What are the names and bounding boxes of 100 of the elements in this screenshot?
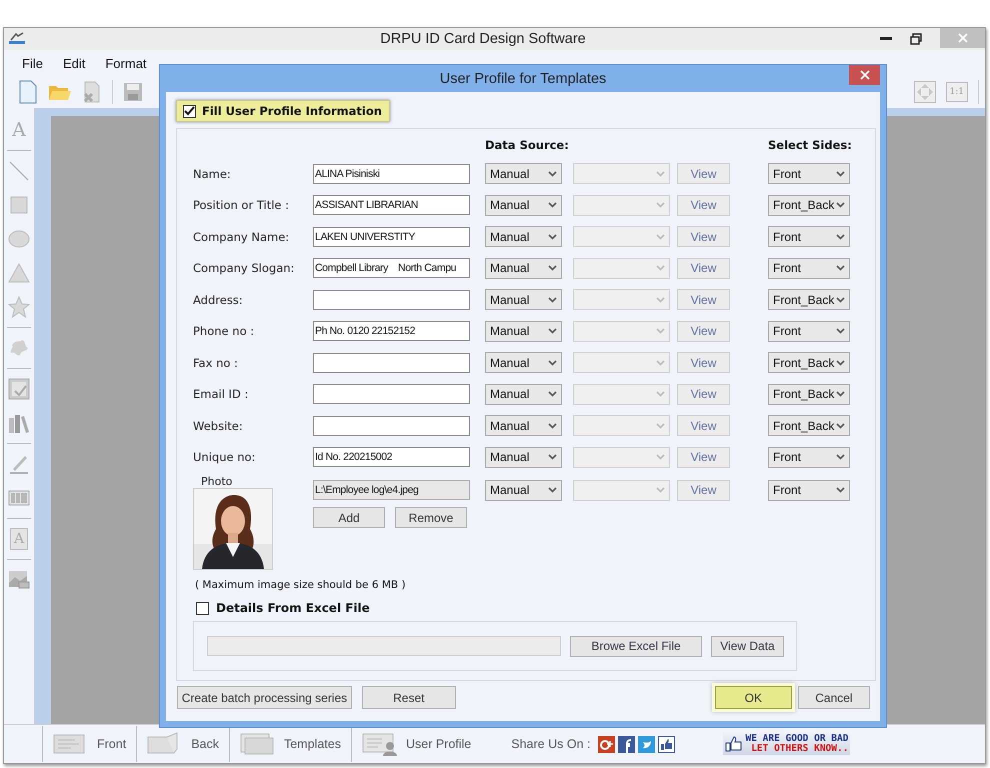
source-dropdown[interactable]: Manual	[485, 289, 562, 310]
facebook-icon[interactable]	[618, 736, 636, 752]
caret-icon	[656, 454, 665, 460]
view-button[interactable]: View	[677, 352, 730, 374]
source-dropdown[interactable]: Manual	[485, 352, 562, 374]
checkbox[interactable]	[196, 602, 209, 614]
side-dropdown[interactable]: Front_Back	[768, 289, 850, 310]
fill-profile-checkbox[interactable]: Fill User Profile Information	[176, 100, 390, 122]
close-button[interactable]	[849, 65, 880, 85]
image-icon[interactable]	[8, 378, 30, 400]
bird-icon[interactable]	[638, 736, 656, 752]
side-dropdown[interactable]: Front	[768, 226, 850, 248]
checkbox[interactable]	[183, 104, 196, 118]
caret-icon	[836, 454, 845, 460]
bottom-tab[interactable]: User Profile	[406, 737, 472, 751]
picture-icon[interactable]	[8, 569, 30, 591]
side-dropdown[interactable]: Front	[768, 258, 850, 279]
file-path-field[interactable]: L:\Employee log\e4.jpeg	[313, 480, 470, 500]
side-dropdown[interactable]: Front	[768, 320, 850, 342]
source-dropdown[interactable]: Manual	[485, 480, 562, 500]
text-field[interactable]	[313, 352, 470, 373]
view-button[interactable]: View	[677, 194, 730, 216]
side-dropdown[interactable]: Front	[768, 163, 850, 184]
bottom-tab[interactable]: Templates	[284, 737, 341, 751]
add-button[interactable]: Add	[313, 507, 385, 528]
field-label: Address:	[193, 292, 244, 307]
side-dropdown[interactable]: Front	[768, 446, 850, 468]
bottom-tab[interactable]: Front	[97, 737, 126, 751]
star-icon[interactable]	[8, 296, 30, 318]
source-dropdown[interactable]: Manual	[485, 163, 562, 184]
restore-icon[interactable]	[910, 33, 922, 45]
text-field[interactable]: Ph No. 0120 22152152	[313, 321, 470, 342]
source-dropdown[interactable]: Manual	[485, 194, 562, 216]
source-dropdown[interactable]: Manual	[485, 258, 562, 279]
line-icon[interactable]	[8, 160, 30, 182]
caret-icon	[836, 391, 845, 398]
caret-icon	[656, 296, 665, 303]
triangle-icon[interactable]	[8, 262, 30, 284]
source-dropdown[interactable]: Manual	[485, 415, 562, 436]
remove-button[interactable]: Remove	[395, 507, 467, 528]
ok-button[interactable]: OK	[714, 686, 792, 709]
view-button[interactable]: View	[677, 384, 730, 405]
caret-icon	[656, 422, 665, 429]
save-icon[interactable]	[123, 82, 143, 102]
fit-icon[interactable]	[914, 81, 936, 103]
caret-icon	[836, 202, 845, 208]
text-field[interactable]	[313, 416, 470, 436]
books-icon[interactable]	[8, 412, 30, 434]
text-field[interactable]	[313, 384, 470, 404]
view-button[interactable]: View	[677, 226, 730, 248]
cancel-button[interactable]: Cancel	[798, 686, 870, 709]
thumbs-up-icon[interactable]	[658, 736, 676, 752]
batch-series-button[interactable]: Create batch processing series	[177, 686, 352, 709]
caret-icon	[836, 328, 845, 334]
view-button[interactable]: View	[677, 163, 730, 184]
menu-item[interactable]: Edit	[52, 56, 96, 70]
source-dropdown[interactable]: Manual	[485, 320, 562, 342]
bottom-tab[interactable]: Back	[191, 737, 219, 751]
excel-path-field[interactable]	[207, 636, 561, 656]
text-field[interactable]: LAKEN UNIVERSTITY	[313, 226, 470, 247]
pen-icon[interactable]	[8, 453, 30, 475]
source-dropdown[interactable]: Manual	[485, 226, 562, 248]
caret-icon	[548, 296, 557, 303]
text-field[interactable]: Compbell Library North Campu	[313, 258, 470, 278]
caret-icon	[836, 234, 845, 240]
view-button[interactable]: View	[677, 258, 730, 279]
caret-icon	[656, 234, 665, 240]
text-field[interactable]: Id No. 220215002	[313, 447, 470, 468]
side-dropdown[interactable]: Front_Back	[768, 194, 850, 216]
browse-button[interactable]: Browe Excel File	[570, 636, 702, 656]
reset-button[interactable]: Reset	[362, 686, 456, 709]
text-field[interactable]: ALINA Pisiniski	[313, 164, 470, 184]
view-data-button[interactable]: View Data	[711, 636, 784, 656]
new-document-icon[interactable]	[18, 80, 38, 104]
side-dropdown[interactable]: Front_Back	[768, 384, 850, 405]
close-document-icon[interactable]	[82, 81, 102, 103]
view-button[interactable]: View	[677, 289, 730, 310]
close-button[interactable]	[940, 28, 985, 48]
menu-item[interactable]: File	[12, 56, 53, 70]
view-button[interactable]: View	[677, 480, 730, 500]
view-button[interactable]: View	[677, 415, 730, 436]
source-dropdown[interactable]: Manual	[485, 446, 562, 468]
caret-icon	[836, 422, 845, 429]
menu-item[interactable]: Format	[95, 56, 157, 70]
view-button[interactable]: View	[677, 320, 730, 342]
side-dropdown[interactable]: Front_Back	[768, 352, 850, 374]
text-field[interactable]	[313, 290, 470, 310]
thumbs-up-icon	[725, 736, 744, 752]
minimize-icon[interactable]	[880, 37, 892, 41]
text-field[interactable]: ASSISANT LIBRARIAN	[313, 195, 470, 216]
google-plus-icon[interactable]	[598, 736, 616, 752]
rectangle-icon[interactable]	[8, 194, 30, 216]
caret-icon	[656, 328, 665, 334]
side-dropdown[interactable]: Front	[768, 480, 850, 500]
source-dropdown[interactable]: Manual	[485, 384, 562, 405]
side-dropdown[interactable]: Front_Back	[768, 415, 850, 436]
caret-icon	[656, 265, 665, 272]
feedback-banner[interactable]: WE ARE GOOD OR BAD LET OTHERS KNOW..	[723, 733, 850, 755]
view-button[interactable]: View	[677, 446, 730, 468]
ellipse-icon[interactable]	[8, 228, 30, 250]
